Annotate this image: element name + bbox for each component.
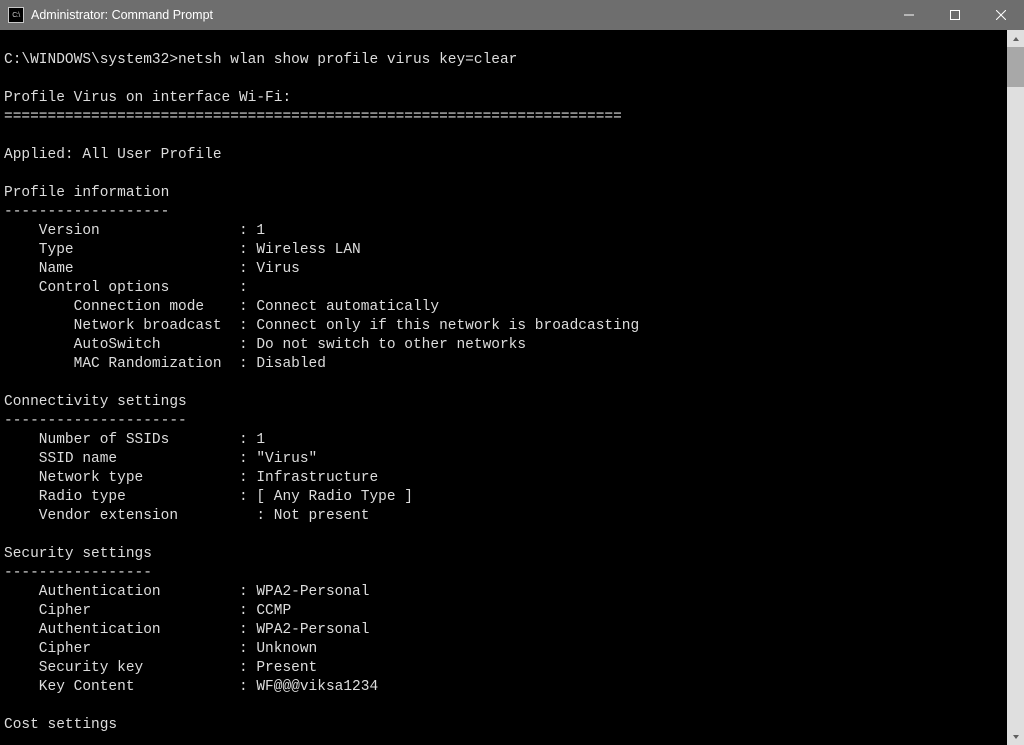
window-title: Administrator: Command Prompt xyxy=(31,8,886,22)
terminal-output[interactable]: C:\WINDOWS\system32>netsh wlan show prof… xyxy=(0,30,1007,745)
minimize-button[interactable] xyxy=(886,0,932,30)
title-bar: C:\ Administrator: Command Prompt xyxy=(0,0,1024,30)
window-controls xyxy=(886,0,1024,30)
scroll-thumb[interactable] xyxy=(1007,47,1024,87)
close-button[interactable] xyxy=(978,0,1024,30)
cmd-icon: C:\ xyxy=(8,7,24,23)
scroll-down-button[interactable] xyxy=(1007,728,1024,745)
vertical-scrollbar[interactable] xyxy=(1007,30,1024,745)
scroll-up-button[interactable] xyxy=(1007,30,1024,47)
maximize-button[interactable] xyxy=(932,0,978,30)
